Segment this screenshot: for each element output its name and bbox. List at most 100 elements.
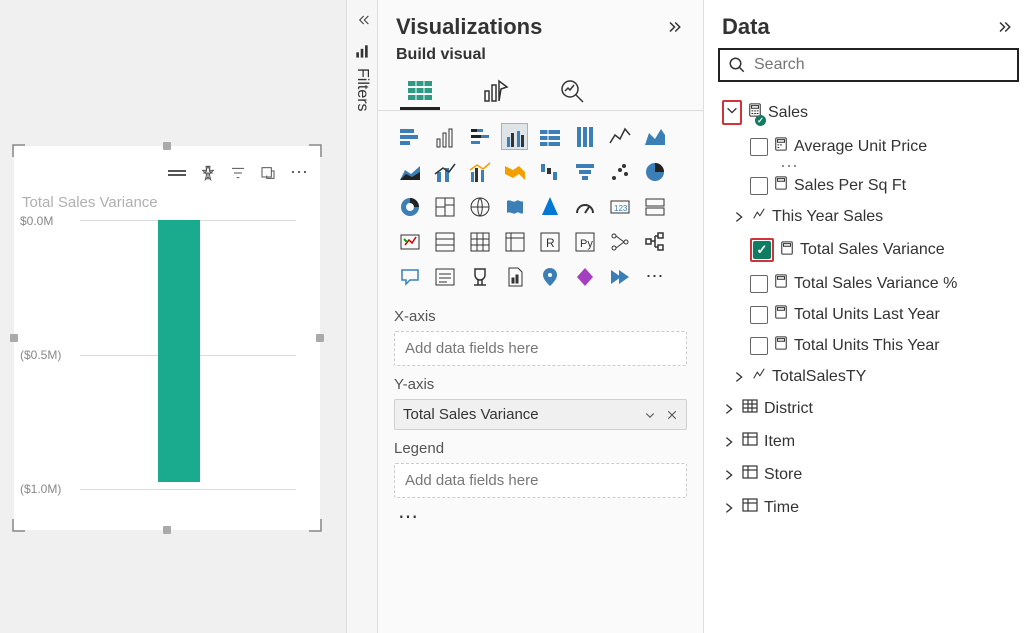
- area-chart-icon[interactable]: [641, 123, 668, 150]
- collapse-pane-icon[interactable]: [667, 18, 685, 36]
- chevron-right-icon: [722, 402, 736, 416]
- filter-icon[interactable]: [230, 165, 246, 181]
- matrix-icon[interactable]: [501, 228, 528, 255]
- funnel-chart-icon[interactable]: [571, 158, 598, 185]
- focus-mode-icon[interactable]: [260, 165, 276, 181]
- key-influencers-icon[interactable]: [606, 228, 633, 255]
- table-time[interactable]: Time: [718, 491, 1019, 524]
- line-stacked-column-icon[interactable]: [431, 158, 458, 185]
- paginated-report-icon[interactable]: [501, 263, 528, 290]
- decomposition-tree-icon[interactable]: [641, 228, 668, 255]
- filled-map-icon[interactable]: [501, 193, 528, 220]
- search-box[interactable]: [718, 48, 1019, 82]
- format-visual-tab[interactable]: [476, 74, 516, 110]
- clustered-column-chart-icon[interactable]: [501, 123, 528, 150]
- svg-text:Py: Py: [580, 238, 593, 250]
- expand-filters-icon[interactable]: [355, 12, 371, 33]
- checkbox-checked[interactable]: [753, 241, 771, 259]
- build-visual-label: Build visual: [378, 44, 703, 68]
- chevron-right-icon: [722, 501, 736, 515]
- map-icon[interactable]: [466, 193, 493, 220]
- more-wells-icon[interactable]: ⋯: [394, 504, 687, 529]
- legend-well[interactable]: Add data fields here: [394, 463, 687, 498]
- table-icon: [742, 398, 758, 419]
- 100-stacked-bar-icon[interactable]: [536, 123, 563, 150]
- checkbox[interactable]: [750, 177, 768, 195]
- checkbox[interactable]: [750, 306, 768, 324]
- field-this-year-sales[interactable]: This Year Sales: [718, 201, 1019, 232]
- x-axis-well[interactable]: Add data fields here: [394, 331, 687, 366]
- table-icon[interactable]: [466, 228, 493, 255]
- table-icon: [742, 431, 758, 452]
- drag-handle-icon[interactable]: [168, 170, 186, 176]
- multi-row-card-icon[interactable]: [641, 193, 668, 220]
- calculator-icon: [780, 241, 794, 260]
- field-label: Total Units This Year: [794, 337, 940, 355]
- field-total-sales-ty[interactable]: TotalSalesTY: [718, 361, 1019, 392]
- stacked-column-chart-icon[interactable]: [466, 123, 493, 150]
- donut-chart-icon[interactable]: [396, 193, 423, 220]
- ribbon-chart-icon[interactable]: [501, 158, 528, 185]
- more-options-icon[interactable]: ⋯: [290, 162, 310, 183]
- field-total-units-this-year[interactable]: Total Units This Year: [718, 330, 1019, 361]
- field-total-sales-variance[interactable]: Total Sales Variance: [718, 232, 1019, 268]
- treemap-icon[interactable]: [431, 193, 458, 220]
- chevron-down-icon[interactable]: [644, 409, 656, 421]
- slicer-icon[interactable]: [431, 228, 458, 255]
- table-store[interactable]: Store: [718, 458, 1019, 491]
- collapse-pane-icon[interactable]: [997, 18, 1015, 36]
- chevron-right-icon: [722, 435, 736, 449]
- card-icon[interactable]: 123: [606, 193, 633, 220]
- clustered-bar-chart-icon[interactable]: [431, 123, 458, 150]
- visual-toolbar: ⋯: [168, 162, 310, 183]
- chevron-right-icon: [732, 210, 746, 224]
- calculator-icon: [774, 274, 788, 293]
- y-tick-label: ($0.5M): [20, 348, 61, 362]
- smart-narrative-icon[interactable]: [431, 263, 458, 290]
- stacked-area-chart-icon[interactable]: [396, 158, 423, 185]
- chevron-down-icon: [725, 103, 739, 117]
- field-sales-per-sq-ft[interactable]: Sales Per Sq Ft: [718, 170, 1019, 201]
- arcgis-map-icon[interactable]: [536, 263, 563, 290]
- checkbox[interactable]: [750, 138, 768, 156]
- checkbox[interactable]: [750, 275, 768, 293]
- pie-chart-icon[interactable]: [641, 158, 668, 185]
- y-axis-field-name: Total Sales Variance: [403, 406, 539, 423]
- report-canvas[interactable]: ⋯ Total Sales Variance $0.0M ($0.5M) ($1…: [0, 0, 346, 633]
- r-visual-icon[interactable]: R: [536, 228, 563, 255]
- power-automate-icon[interactable]: [606, 263, 633, 290]
- calculator-icon: [774, 176, 788, 195]
- python-visual-icon[interactable]: Py: [571, 228, 598, 255]
- more-visuals-icon[interactable]: ⋯: [641, 263, 668, 290]
- field-avg-unit-price[interactable]: Average Unit Price: [718, 131, 1019, 162]
- table-district[interactable]: District: [718, 392, 1019, 425]
- goals-icon[interactable]: [466, 263, 493, 290]
- stacked-bar-chart-icon[interactable]: [396, 123, 423, 150]
- waterfall-chart-icon[interactable]: [536, 158, 563, 185]
- remove-field-icon[interactable]: [666, 409, 678, 421]
- power-apps-icon[interactable]: [571, 263, 598, 290]
- gauge-icon[interactable]: [571, 193, 598, 220]
- chart-visual-container[interactable]: ⋯ Total Sales Variance $0.0M ($0.5M) ($1…: [14, 146, 320, 530]
- table-sales[interactable]: Sales: [718, 94, 1019, 131]
- kpi-icon[interactable]: [396, 228, 423, 255]
- checkbox[interactable]: [750, 337, 768, 355]
- field-total-units-last-year[interactable]: Total Units Last Year: [718, 299, 1019, 330]
- azure-map-icon[interactable]: [536, 193, 563, 220]
- analytics-tab[interactable]: [552, 74, 592, 110]
- build-visual-tab[interactable]: [400, 74, 440, 110]
- more-fields-indicator: ⋯: [718, 162, 1019, 170]
- line-clustered-column-icon[interactable]: [466, 158, 493, 185]
- chevron-right-icon: [732, 370, 746, 384]
- pin-icon[interactable]: [200, 165, 216, 181]
- visualizations-pane: Visualizations Build visual: [378, 0, 704, 633]
- search-input[interactable]: [754, 56, 1009, 74]
- field-total-sales-variance-pct[interactable]: Total Sales Variance %: [718, 268, 1019, 299]
- filters-pane-collapsed[interactable]: Filters: [346, 0, 378, 633]
- line-chart-icon[interactable]: [606, 123, 633, 150]
- scatter-chart-icon[interactable]: [606, 158, 633, 185]
- qa-visual-icon[interactable]: [396, 263, 423, 290]
- y-axis-field-chip[interactable]: Total Sales Variance: [394, 399, 687, 430]
- table-item[interactable]: Item: [718, 425, 1019, 458]
- 100-stacked-column-icon[interactable]: [571, 123, 598, 150]
